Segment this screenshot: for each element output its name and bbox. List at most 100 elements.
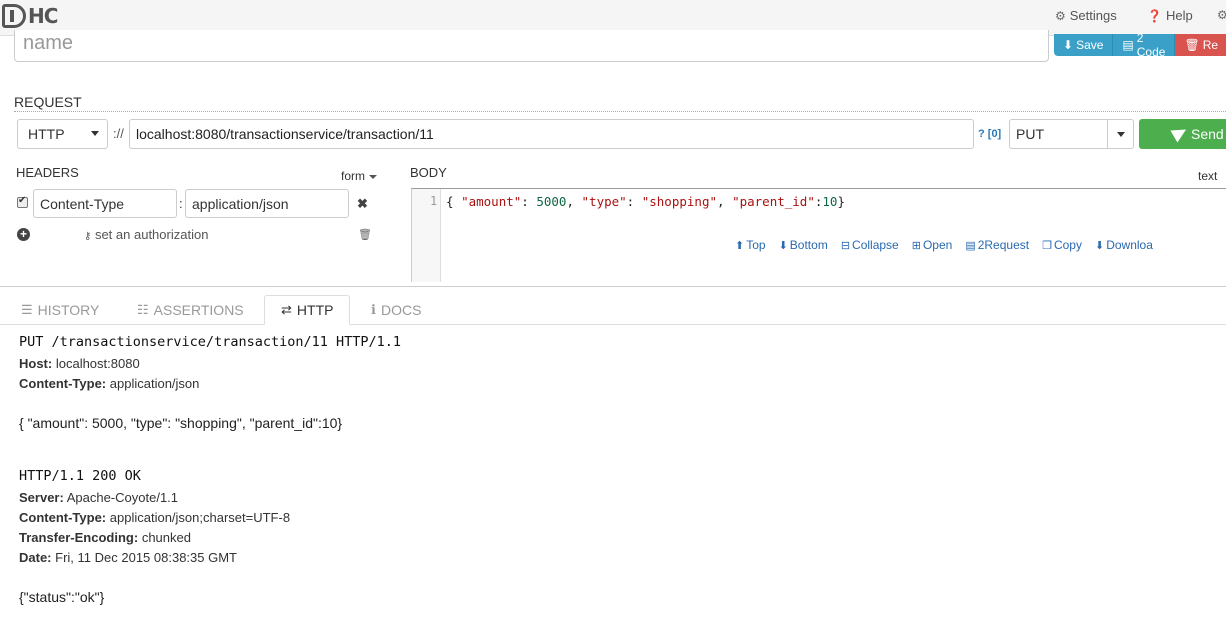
remove-button[interactable]: 🗑 Re [1175, 34, 1226, 56]
close-icon[interactable]: ✖ [357, 196, 368, 212]
download-icon: ⬇ [1063, 38, 1074, 52]
request-header: Host: localhost:8080 [19, 354, 1219, 374]
code-label: 2 Code [1136, 31, 1166, 59]
download-icon: ⬇ [1094, 240, 1105, 252]
exchange-icon: ⇄ [281, 302, 292, 317]
request-name-input[interactable]: name [14, 30, 1049, 62]
download-button[interactable]: ⬇ Downloa [1095, 238, 1153, 252]
header-value: application/json [109, 376, 200, 391]
to-request-label: 2Request [977, 238, 1030, 252]
help-link[interactable]: ❓ Help [1147, 8, 1193, 23]
method-dropdown[interactable] [1107, 119, 1134, 149]
method-input[interactable]: PUT [1009, 119, 1108, 149]
header-value: application/json;charset=UTF-8 [109, 510, 291, 525]
headers-heading: HEADERS [16, 165, 79, 180]
logo-text: HC [28, 4, 58, 28]
response-header: Date: Fri, 11 Dec 2015 08:38:35 GMT [19, 548, 1219, 568]
header-enabled-checkbox[interactable] [17, 195, 28, 208]
to-request-button[interactable]: ▤ 2Request [965, 238, 1029, 252]
copy-file-icon: ▤ [965, 240, 976, 252]
divider [14, 111, 1226, 112]
app-logo: HC [2, 3, 58, 29]
response-header: Transfer-Encoding: chunked [19, 528, 1219, 548]
help-label: Help [1165, 8, 1193, 23]
header-name-input[interactable]: Content-Type [33, 189, 177, 218]
save-label: Save [1076, 38, 1104, 52]
header-key: Host: [19, 356, 53, 371]
tab-docs[interactable]: ℹ DOCS [371, 295, 421, 325]
bottom-label: Bottom [789, 238, 828, 252]
status-line: HTTP/1.1 200 OK [19, 468, 141, 484]
download-label: Downloa [1106, 238, 1153, 252]
minus-square-icon: ⊟ [840, 240, 851, 252]
tab-docs-label: DOCS [380, 302, 422, 318]
info-icon: ℹ [371, 302, 376, 317]
settings-link[interactable]: ⚙ Settings [1055, 8, 1117, 23]
tab-http[interactable]: ⇄ HTTP [264, 295, 351, 325]
trash-icon: 🗑 [1184, 38, 1200, 52]
header-value-input[interactable]: application/json [185, 189, 349, 218]
section-divider [0, 286, 1226, 287]
tab-history-label: HISTORY [37, 302, 100, 318]
header-key: Date: [19, 550, 52, 565]
response-tabs: ☰ HISTORY ☷ ASSERTIONS ⇄ HTTP ℹ DOCS [0, 295, 1226, 325]
trash-icon[interactable]: 🗑 [358, 228, 372, 241]
headers-mode-value: form [341, 169, 365, 183]
logo-icon [2, 4, 26, 28]
list-icon: ☰ [21, 302, 33, 317]
response-header: Server: Apache-Coyote/1.1 [19, 488, 1219, 508]
add-header-icon[interactable]: + [17, 228, 30, 241]
tab-assertions[interactable]: ☷ ASSERTIONS [137, 295, 244, 325]
header-value: Apache-Coyote/1.1 [66, 490, 179, 505]
arrow-up-circle-icon: ⬆ [735, 240, 745, 252]
auth-label: set an authorization [94, 227, 209, 242]
response-body: {"status":"ok"} [19, 589, 105, 605]
http-output: PUT /transactionservice/transaction/11 H… [19, 332, 1219, 605]
header-key: Content-Type: [19, 510, 107, 525]
header-key: Server: [19, 490, 64, 505]
header-value: Fri, 11 Dec 2015 08:38:35 GMT [55, 550, 237, 565]
arrow-down-circle-icon: ⬇ [778, 240, 788, 252]
scheme-select[interactable]: HTTP [17, 119, 108, 149]
body-editor[interactable]: 1 { "amount": 5000, "type": "shopping", … [411, 188, 1226, 282]
header-key: Transfer-Encoding: [19, 530, 139, 545]
scheme-value: HTTP [28, 126, 65, 142]
top-button[interactable]: ⬆ Top [735, 238, 766, 252]
code-button[interactable]: ▤ 2 Code [1113, 31, 1176, 59]
set-authorization-link[interactable]: ⚷ set an authorization [84, 227, 208, 242]
body-code[interactable]: { "amount": 5000, "type": "shopping", "p… [446, 194, 845, 209]
open-label: Open [922, 238, 953, 252]
bottom-button[interactable]: ⬇ Bottom [779, 238, 828, 252]
paper-plane-icon [1170, 123, 1190, 143]
question-icon: ❓ [1147, 8, 1162, 23]
file-icon: ▤ [1122, 38, 1134, 52]
chevron-down-icon [369, 174, 377, 179]
gear-icon: ⚙ [1055, 8, 1066, 23]
request-actions: ⬇ Save ▤ 2 Code 🗑 Re [1054, 31, 1226, 59]
save-button[interactable]: ⬇ Save [1054, 34, 1114, 56]
chevron-down-icon [91, 131, 99, 136]
chevron-down-icon [1117, 132, 1125, 137]
settings-label: Settings [1069, 8, 1117, 23]
send-button[interactable]: Send [1139, 119, 1226, 149]
headers-mode-select[interactable]: form [341, 169, 377, 183]
query-params-toggle[interactable]: ? [0] [978, 128, 1001, 140]
url-input[interactable]: localhost:8080/transactionservice/transa… [129, 119, 974, 149]
response-header: Content-Type: application/json;charset=U… [19, 508, 1219, 528]
collapse-button[interactable]: ⊟ Collapse [841, 238, 899, 252]
editor-toolbar: ⬆ Top ⬇ Bottom ⊟ Collapse ⊞ Open ▤ 2Request ❐… [735, 238, 1153, 252]
scheme-separator: :// [113, 126, 124, 141]
body-mode-value: text [1198, 169, 1218, 183]
top-label: Top [746, 238, 766, 252]
copy-button[interactable]: ❐ Copy [1042, 238, 1082, 252]
body-mode-select[interactable]: text [1198, 169, 1217, 183]
collapse-label: Collapse [852, 238, 899, 252]
plus-square-icon: ⊞ [911, 240, 921, 252]
request-heading: REQUEST [14, 94, 82, 110]
open-button[interactable]: ⊞ Open [912, 238, 953, 252]
line-number: 1 [430, 194, 438, 208]
more-link[interactable]: ⚙ [1217, 8, 1226, 22]
header-colon: : [179, 196, 183, 211]
tab-history[interactable]: ☰ HISTORY [21, 295, 99, 325]
request-line: PUT /transactionservice/transaction/11 H… [19, 334, 402, 350]
